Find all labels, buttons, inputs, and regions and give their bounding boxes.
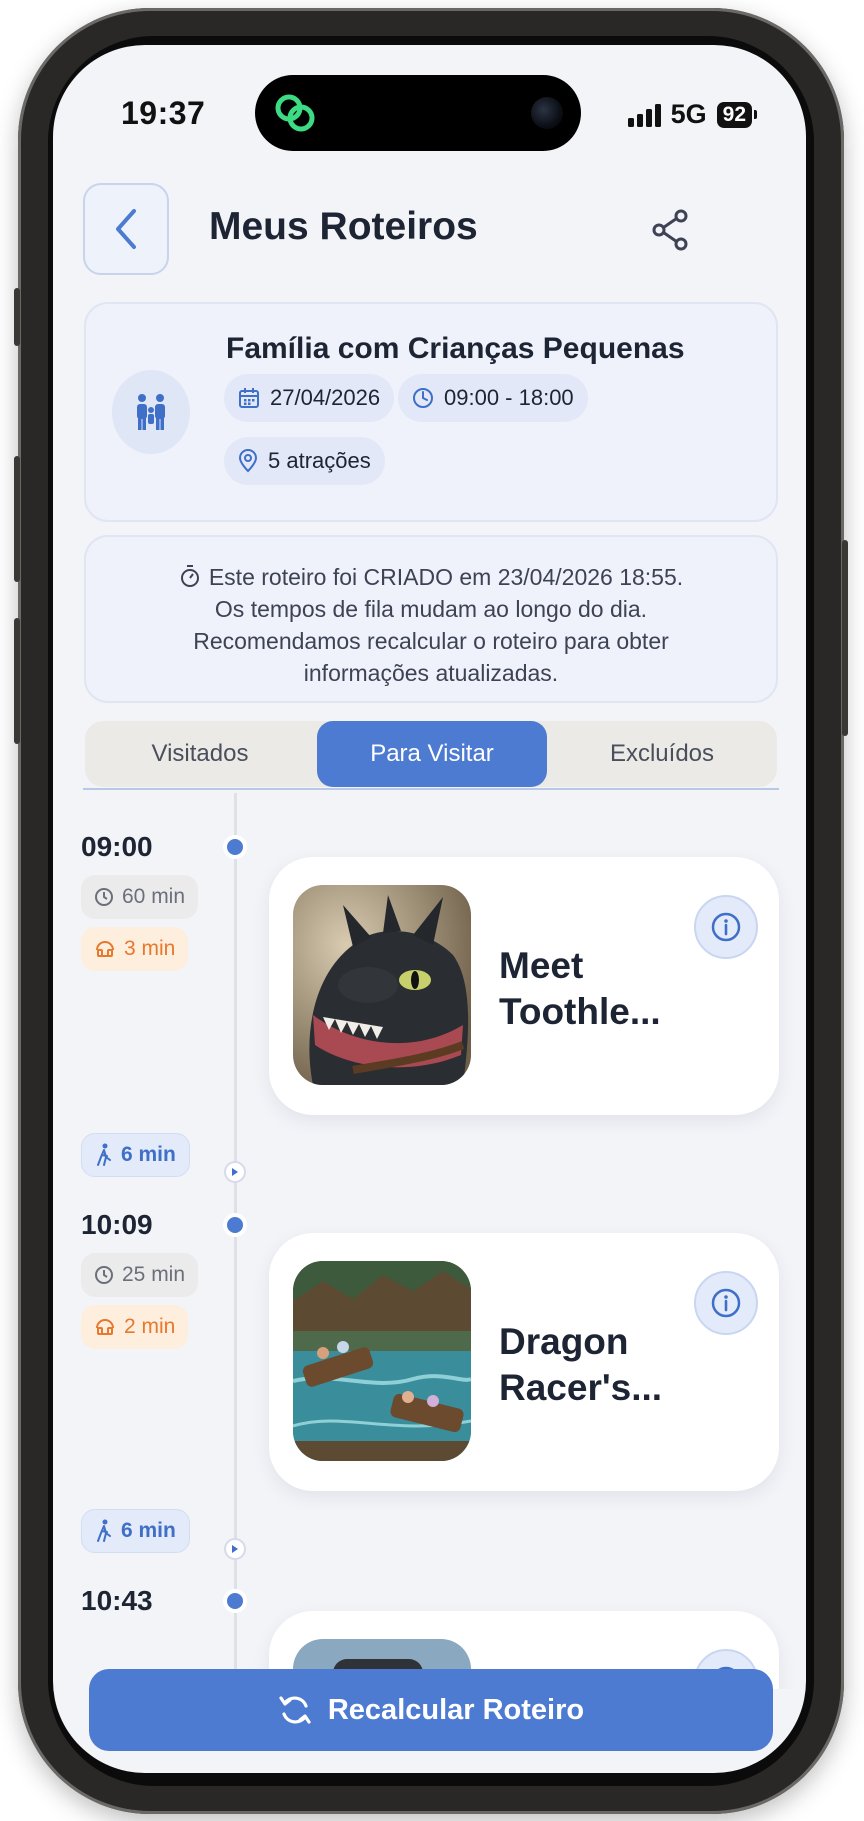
- status-indicators: 5G 92: [627, 99, 758, 130]
- recalculate-label: Recalcular Roteiro: [327, 1693, 585, 1726]
- timeline-dot: [227, 1217, 243, 1233]
- info-icon: [711, 1288, 741, 1318]
- attraction-image: [293, 885, 471, 1085]
- notice-line: Este roteiro foi CRIADO em 23/04/2026 18…: [86, 561, 776, 593]
- walk-time-pill: 6 min: [81, 1509, 190, 1553]
- date-value: 27/04/2026: [270, 385, 381, 410]
- calendar-icon: [239, 388, 259, 408]
- recalc-notice: Este roteiro foi CRIADO em 23/04/2026 18…: [84, 535, 778, 703]
- walk-value: 6 min: [121, 1143, 176, 1166]
- duration-pill: 25 min: [81, 1253, 199, 1297]
- timeline-line: [234, 793, 237, 1213]
- app-screen: 19:37 5G 92 Meus Roteiros Família com Cr…: [53, 45, 806, 1773]
- walk-time-pill: 6 min: [81, 1133, 190, 1177]
- timeline-dot: [227, 839, 243, 855]
- queue-icon: [96, 941, 114, 957]
- duration-pill: 60 min: [81, 875, 199, 919]
- duration-value: 25 min: [122, 1263, 186, 1286]
- notice-text: Este roteiro foi CRIADO em 23/04/2026 18…: [208, 564, 684, 590]
- tab-visitados[interactable]: Visitados: [85, 721, 315, 787]
- profile-card: Família com Crianças Pequenas 27/04/2026…: [84, 302, 778, 522]
- attractions-value: 5 atrações: [268, 448, 371, 473]
- page-title: Meus Roteiros: [209, 205, 478, 248]
- hours-chip: 09:00 - 18:00: [398, 374, 588, 422]
- walking-icon: [97, 1519, 111, 1542]
- walking-icon: [97, 1143, 111, 1166]
- chevron-right-icon: [224, 1538, 246, 1560]
- share-button[interactable]: [645, 205, 695, 255]
- timer-icon: [180, 565, 199, 587]
- camera-icon: [531, 97, 563, 129]
- attraction-name: Dragon Racer's...: [499, 1321, 663, 1408]
- duration-value: 60 min: [122, 885, 186, 908]
- location-pin-icon: [238, 449, 258, 473]
- info-icon: [711, 912, 741, 942]
- attraction-image: [293, 1261, 471, 1461]
- refresh-icon: [279, 1696, 311, 1724]
- family-icon: [112, 370, 190, 454]
- back-button[interactable]: [83, 183, 169, 275]
- queue-icon: [96, 1319, 114, 1335]
- attraction-name: Meet Toothle...: [499, 945, 661, 1032]
- notice-line: Os tempos de fila mudam ao longo do dia.: [214, 596, 648, 622]
- queue-wait-pill: 3 min: [81, 927, 189, 971]
- status-time: 19:37: [121, 95, 206, 131]
- clock-icon: [413, 388, 433, 408]
- walk-value: 6 min: [121, 1519, 176, 1542]
- wait-value: 3 min: [124, 937, 176, 960]
- info-button[interactable]: [694, 895, 758, 959]
- itinerary-list[interactable]: 09:00 60 min 3 min 6 min Meet Toothle...…: [53, 793, 806, 1689]
- timeline-dot: [227, 1593, 243, 1609]
- tabs-underline: [83, 788, 779, 790]
- time-label: 09:00: [81, 831, 153, 862]
- dynamic-island: [255, 75, 581, 151]
- share-icon: [652, 209, 688, 251]
- info-button[interactable]: [694, 1271, 758, 1335]
- signal-icon: [627, 103, 661, 127]
- profile-name: Família com Crianças Pequenas: [226, 332, 685, 365]
- chevron-right-icon: [224, 1161, 246, 1183]
- app-logo-icon: [275, 94, 315, 132]
- hours-value: 09:00 - 18:00: [444, 385, 574, 410]
- network-type: 5G: [670, 99, 707, 129]
- time-label: 10:09: [81, 1209, 153, 1240]
- date-chip: 27/04/2026: [224, 374, 395, 422]
- attractions-chip: 5 atrações: [224, 437, 385, 485]
- tab-bar: Visitados Para Visitar Excluídos: [85, 721, 777, 787]
- battery-icon: 92: [716, 101, 758, 128]
- clock-icon: [95, 1266, 113, 1284]
- queue-wait-pill: 2 min: [81, 1305, 189, 1349]
- tab-para-visitar[interactable]: Para Visitar: [317, 721, 547, 787]
- clock-icon: [95, 888, 113, 906]
- tab-excluidos[interactable]: Excluídos: [547, 721, 777, 787]
- wait-value: 2 min: [124, 1315, 176, 1338]
- recalculate-button[interactable]: Recalcular Roteiro: [89, 1669, 773, 1751]
- notice-line: Recomendamos recalcular o roteiro para o…: [193, 628, 669, 654]
- attraction-card[interactable]: Dragon Racer's...: [269, 1233, 779, 1491]
- notice-line: informações atualizadas.: [303, 660, 559, 686]
- attraction-card[interactable]: Meet Toothle...: [269, 857, 779, 1115]
- timeline-line: [234, 1215, 237, 1589]
- time-label: 10:43: [81, 1585, 153, 1616]
- chevron-left-icon: [116, 209, 136, 249]
